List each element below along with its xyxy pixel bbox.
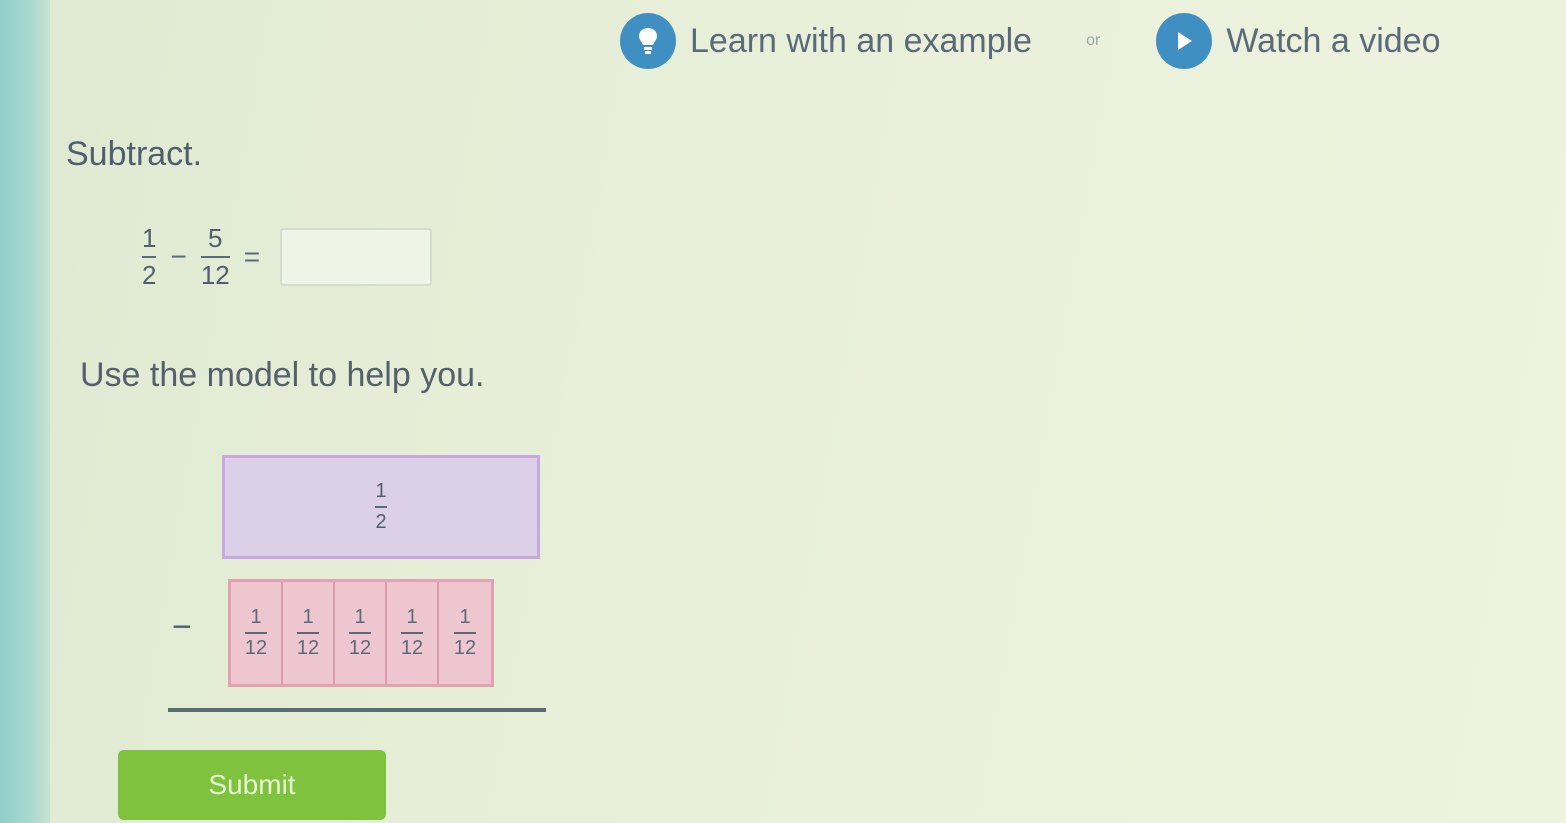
fraction-numerator: 1 — [250, 606, 262, 628]
fraction-bar — [244, 632, 268, 634]
model-hint: Use the model to help you. — [80, 356, 485, 394]
learn-with-example-label: Learn with an example — [690, 21, 1033, 60]
fraction-five-twelfths: 5 12 — [200, 223, 230, 291]
model-whole-fraction: 1 2 — [375, 480, 387, 533]
model-piece: 1 12 — [283, 582, 335, 684]
fraction-numerator: 5 — [208, 223, 223, 253]
fraction-numerator: 1 — [302, 606, 314, 628]
piece-fraction: 1 12 — [453, 606, 477, 659]
equals-sign: = — [243, 241, 261, 273]
model-minus-sign: − — [172, 608, 192, 646]
subtraction-equation: 1 2 − 5 12 = — [142, 223, 433, 291]
piece-fraction: 1 12 — [400, 606, 424, 659]
model-piece: 1 12 — [387, 582, 439, 684]
minus-operator: − — [170, 241, 187, 273]
answer-input[interactable] — [280, 228, 433, 287]
fraction-denominator: 12 — [296, 637, 320, 659]
model-result-line — [168, 708, 546, 712]
piece-fraction: 1 12 — [244, 606, 268, 659]
help-links: Learn with an example or Watch a video — [620, 13, 1441, 69]
watch-video-label: Watch a video — [1226, 21, 1441, 60]
left-rail — [0, 0, 50, 823]
submit-button[interactable]: Submit — [118, 750, 386, 820]
piece-fraction: 1 12 — [296, 606, 320, 659]
question-instruction: Subtract. — [66, 135, 203, 173]
model-piece: 1 12 — [231, 582, 283, 684]
watch-video-link[interactable]: Watch a video — [1156, 13, 1441, 69]
fraction-bar — [296, 632, 320, 634]
model-piece: 1 12 — [439, 582, 491, 684]
fraction-denominator: 12 — [400, 637, 424, 659]
fraction-bar — [400, 632, 424, 634]
fraction-denominator: 12 — [348, 637, 372, 659]
fraction-bar — [453, 632, 477, 634]
fraction-bar — [200, 256, 230, 259]
fraction-numerator: 1 — [142, 223, 157, 253]
model-whole-bar: 1 2 — [222, 455, 540, 559]
fraction-numerator: 1 — [406, 606, 418, 628]
fraction-denominator: 12 — [200, 260, 230, 291]
model-piece: 1 12 — [335, 582, 387, 684]
fraction-bar — [142, 256, 157, 259]
fraction-bar — [348, 632, 372, 634]
fraction-numerator: 1 — [375, 480, 387, 502]
fraction-denominator: 12 — [244, 637, 268, 659]
fraction-denominator: 2 — [142, 260, 157, 291]
fraction-one-half: 1 2 — [142, 223, 157, 291]
fraction-denominator: 12 — [453, 637, 477, 659]
play-icon — [1156, 13, 1213, 69]
fraction-denominator: 2 — [375, 511, 387, 533]
lightbulb-icon — [620, 13, 676, 69]
model-pieces: 1 12 1 12 1 12 1 12 1 12 — [228, 579, 494, 687]
fraction-numerator: 1 — [459, 606, 471, 628]
fraction-numerator: 1 — [354, 606, 366, 628]
or-separator: or — [1086, 32, 1101, 49]
learn-with-example-link[interactable]: Learn with an example — [620, 13, 1032, 69]
fraction-bar — [375, 506, 387, 508]
piece-fraction: 1 12 — [348, 606, 372, 659]
